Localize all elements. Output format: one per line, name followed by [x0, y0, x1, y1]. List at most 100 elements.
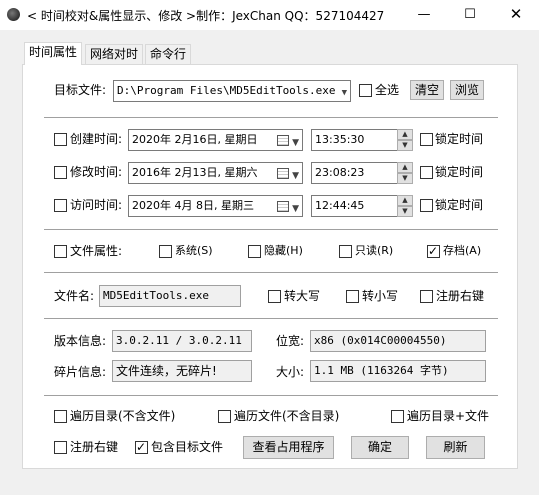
filename-label: 文件名: [54, 289, 95, 303]
title-bar: < 时间校对&属性显示、修改 >制作：JexChan QQ：527104427 … [0, 0, 539, 30]
access-time-input[interactable]: 12:44:45 [311, 195, 398, 217]
creation-time-input[interactable]: 13:35:30 [311, 129, 398, 151]
version-field: 3.0.2.11 / 3.0.2.11 [112, 330, 252, 352]
select-all-label: 全选 [375, 83, 400, 97]
lowercase-checkbox[interactable] [346, 290, 359, 303]
view-usage-button[interactable]: 查看占用程序 [243, 436, 334, 459]
modified-date-picker[interactable]: 2016年 2月13日, 星期六 ▼ [128, 162, 303, 184]
chevron-down-icon[interactable]: ▼ [292, 199, 299, 216]
traverse-dirs-label: 遍历目录(不含文件) [70, 409, 176, 423]
uppercase-label: 转大写 [284, 289, 321, 303]
modified-time-checkbox[interactable] [54, 166, 67, 179]
include-target-checkbox[interactable] [135, 439, 148, 455]
filename-field[interactable]: MD5EditTools.exe [99, 285, 241, 307]
modified-time-value: 23:08:23 [315, 166, 365, 179]
refresh-button[interactable]: 刷新 [426, 436, 485, 459]
target-file-path: D:\Program Files\MD5EditTools.exe [117, 84, 336, 97]
spin-down-icon[interactable]: ▼ [397, 206, 413, 217]
chevron-down-icon[interactable]: ▼ [292, 133, 299, 150]
attr-readonly-checkbox[interactable] [339, 245, 352, 258]
modified-time-label: 修改时间: [70, 165, 123, 179]
file-attributes-checkbox[interactable] [54, 245, 67, 258]
modified-time-input[interactable]: 23:08:23 [311, 162, 398, 184]
traverse-files-checkbox[interactable] [218, 410, 231, 423]
access-time-label: 访问时间: [70, 198, 123, 212]
attr-readonly-label: 只读(R) [355, 244, 394, 257]
spin-down-icon[interactable]: ▼ [397, 140, 413, 151]
tab-network-time[interactable]: 网络对时 [85, 44, 144, 64]
spin-up-icon[interactable]: ▲ [397, 129, 413, 140]
bitness-field: x86 (0x014C00004550) [310, 330, 486, 352]
lock-creation-time-checkbox[interactable] [420, 133, 433, 146]
version-label: 版本信息: [54, 334, 107, 348]
calendar-icon [277, 201, 289, 212]
lock-access-time-label: 锁定时间 [435, 198, 484, 212]
attr-hidden-checkbox[interactable] [248, 245, 261, 258]
app-icon [7, 8, 20, 21]
lock-access-time-checkbox[interactable] [420, 199, 433, 212]
close-button[interactable]: ✕ [493, 0, 539, 30]
access-date-picker[interactable]: 2020年 4月 8日, 星期三 ▼ [128, 195, 303, 217]
calendar-icon [277, 135, 289, 146]
register-context-label-filename: 注册右键 [436, 289, 485, 303]
access-time-value: 12:44:45 [315, 199, 365, 212]
spin-down-icon[interactable]: ▼ [397, 173, 413, 184]
register-context-checkbox-filename[interactable] [420, 290, 433, 303]
browse-button[interactable]: 浏览 [450, 80, 484, 100]
lowercase-label: 转小写 [362, 289, 399, 303]
window-title: < 时间校对&属性显示、修改 >制作：JexChan QQ：527104427 [27, 9, 385, 23]
maximize-button[interactable]: ☐ [447, 0, 493, 30]
attr-system-checkbox[interactable] [159, 245, 172, 258]
target-file-combo[interactable]: D:\Program Files\MD5EditTools.exe ▼ [113, 80, 351, 102]
creation-date-picker[interactable]: 2020年 2月16日, 星期日 ▼ [128, 129, 303, 151]
fragment-field: 文件连续，无碎片! [112, 360, 252, 382]
include-target-label: 包含目标文件 [151, 440, 224, 454]
separator [44, 117, 498, 119]
creation-date-value: 2020年 2月16日, 星期日 [132, 133, 258, 146]
traverse-both-checkbox[interactable] [391, 410, 404, 423]
uppercase-checkbox[interactable] [268, 290, 281, 303]
target-file-label: 目标文件: [54, 83, 107, 97]
attr-hidden-label: 隐藏(H) [264, 244, 303, 257]
tab-command-line[interactable]: 命令行 [145, 44, 192, 64]
spin-up-icon[interactable]: ▲ [397, 195, 413, 206]
chevron-down-icon[interactable]: ▼ [292, 166, 299, 183]
creation-time-label: 创建时间: [70, 132, 123, 146]
clear-button[interactable]: 清空 [410, 80, 444, 100]
modified-date-value: 2016年 2月13日, 星期六 [132, 166, 258, 179]
attr-archive-label: 存档(A) [443, 244, 482, 257]
calendar-icon [277, 168, 289, 179]
size-field: 1.1 MB (1163264 字节) [310, 360, 486, 382]
select-all-checkbox[interactable] [359, 84, 372, 97]
separator [44, 395, 498, 397]
access-date-value: 2020年 4月 8日, 星期三 [132, 199, 254, 212]
chevron-down-icon[interactable]: ▼ [342, 83, 347, 101]
tab-time-attributes[interactable]: 时间属性 [24, 42, 83, 65]
bitness-label: 位宽: [276, 334, 305, 348]
lock-modified-time-label: 锁定时间 [435, 165, 484, 179]
traverse-dirs-checkbox[interactable] [54, 410, 67, 423]
attr-archive-checkbox[interactable] [427, 243, 440, 259]
traverse-both-label: 遍历目录+文件 [407, 409, 490, 423]
lock-modified-time-checkbox[interactable] [420, 166, 433, 179]
register-context-label: 注册右键 [70, 440, 119, 454]
fragment-label: 碎片信息: [54, 365, 107, 379]
file-attributes-label: 文件属性: [70, 244, 123, 258]
register-context-checkbox[interactable] [54, 441, 67, 454]
separator [44, 272, 498, 274]
access-time-checkbox[interactable] [54, 199, 67, 212]
spin-up-icon[interactable]: ▲ [397, 162, 413, 173]
creation-time-value: 13:35:30 [315, 133, 365, 146]
ok-button[interactable]: 确定 [351, 436, 409, 459]
separator [44, 318, 498, 320]
traverse-files-label: 遍历文件(不含目录) [234, 409, 340, 423]
creation-time-spinner[interactable]: ▲ ▼ [397, 129, 413, 151]
modified-time-spinner[interactable]: ▲ ▼ [397, 162, 413, 184]
separator [44, 229, 498, 231]
minimize-button[interactable]: — [401, 0, 447, 30]
access-time-spinner[interactable]: ▲ ▼ [397, 195, 413, 217]
lock-creation-time-label: 锁定时间 [435, 132, 484, 146]
attr-system-label: 系统(S) [175, 244, 213, 257]
creation-time-checkbox[interactable] [54, 133, 67, 146]
size-label: 大小: [276, 365, 305, 379]
